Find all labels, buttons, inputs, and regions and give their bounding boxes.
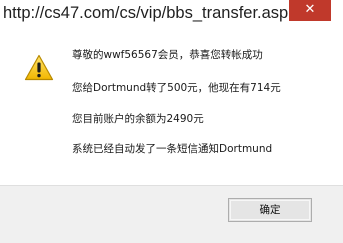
close-button[interactable]: ✕ [289, 0, 331, 21]
ok-button[interactable]: 确定 [228, 198, 312, 222]
message-line-greeting: 尊敬的wwf56567会员，恭喜您转帐成功 [72, 49, 263, 61]
window-title: http://cs47.com/cs/vip/bbs_transfer.asp?… [3, 4, 288, 22]
close-icon: ✕ [304, 2, 316, 17]
message-line-transfer: 您给Dortmund转了500元，他现在有714元 [72, 82, 281, 94]
message-line-sms: 系统已经自动发了一条短信通知Dortmund [72, 143, 273, 155]
warning-icon [24, 54, 54, 81]
dialog-footer: 确定 [0, 185, 343, 243]
title-bar: http://cs47.com/cs/vip/bbs_transfer.asp?… [0, 0, 343, 28]
message-line-balance: 您目前账户的余额为2490元 [72, 113, 204, 125]
alert-dialog: http://cs47.com/cs/vip/bbs_transfer.asp?… [0, 0, 343, 243]
dialog-content: 尊敬的wwf56567会员，恭喜您转帐成功 您给Dortmund转了500元，他… [0, 28, 343, 185]
